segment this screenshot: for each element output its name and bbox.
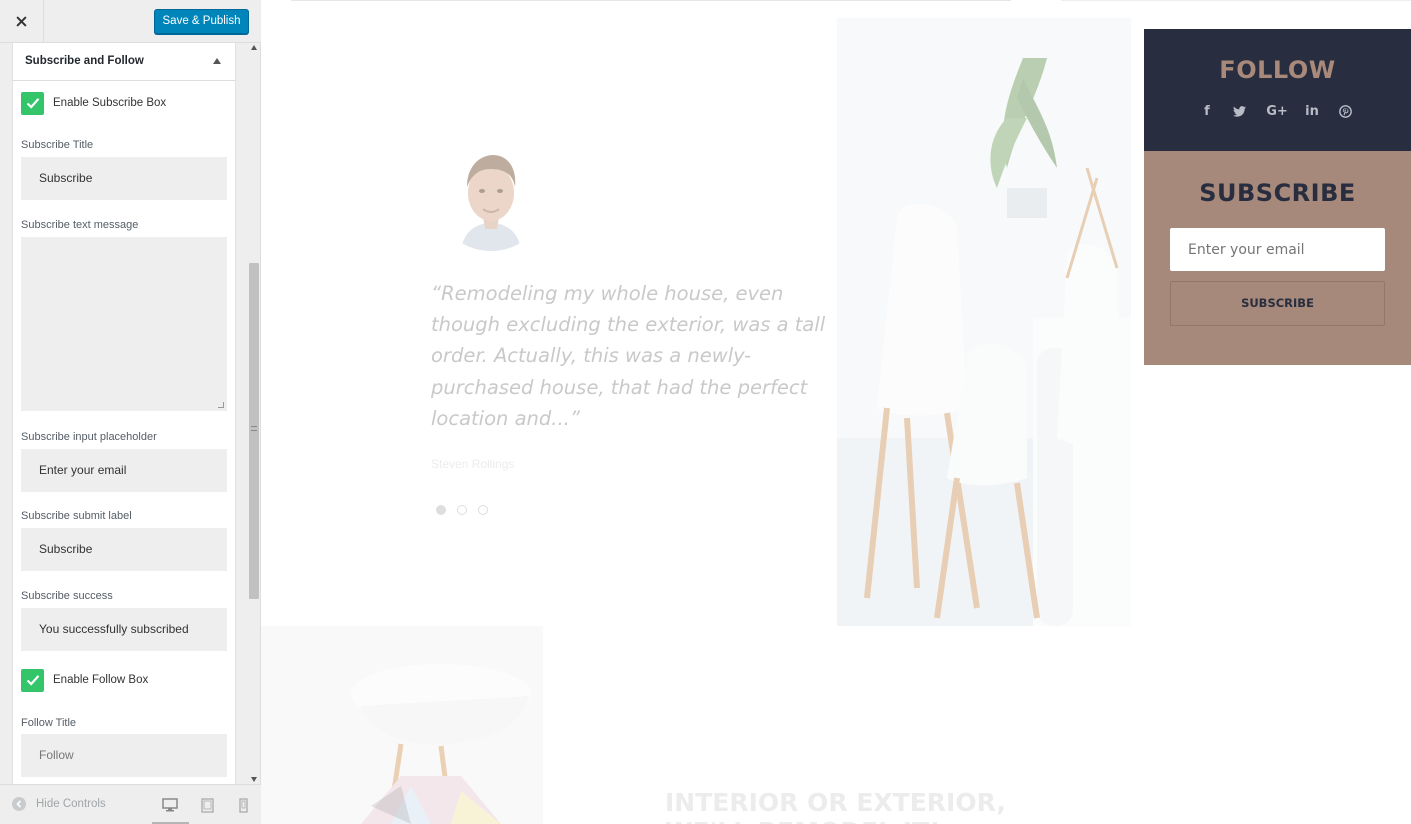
enable-subscribe-checkbox[interactable] <box>21 91 44 115</box>
scroll-thumb[interactable] <box>249 263 259 599</box>
testimonial-author: Steven Rollings <box>431 457 515 471</box>
linkedin-icon: in <box>1305 103 1319 119</box>
google-plus-icon: G+ <box>1266 103 1288 119</box>
subscribe-title-input[interactable]: Subscribe <box>21 157 227 200</box>
interior-photo <box>837 18 1131 626</box>
follow-title-label: Follow Title <box>21 717 77 729</box>
scroll-grip-icon <box>251 426 257 431</box>
site-preview: “Remodeling my whole house, even though … <box>261 0 1411 824</box>
subscribe-text-textarea[interactable] <box>21 237 227 411</box>
pagination-dot[interactable] <box>436 505 446 515</box>
top-divider <box>1061 0 1411 1</box>
twitter-link[interactable] <box>1229 102 1249 120</box>
facebook-icon: f <box>1204 103 1210 119</box>
top-divider <box>291 0 1011 1</box>
success-label: Subscribe success <box>21 590 113 602</box>
scroll-up-arrow-icon[interactable] <box>251 45 257 50</box>
section-heading-line1: INTERIOR OR EXTERIOR, <box>665 788 1006 817</box>
arrow-left-icon <box>12 797 26 811</box>
placeholder-label: Subscribe input placeholder <box>21 431 157 443</box>
subscribe-widget: SUBSCRIBE SUBSCRIBE <box>1144 151 1411 365</box>
close-button[interactable] <box>0 0 44 43</box>
panel-scrollbar[interactable] <box>247 43 261 784</box>
section-header[interactable]: Subscribe and Follow <box>13 43 235 81</box>
follow-title-input[interactable]: Follow <box>21 734 227 777</box>
tablet-preview-button[interactable] <box>198 796 216 814</box>
section-panel: Subscribe and Follow Enable Subscribe Bo… <box>12 43 236 784</box>
customizer-header: Save & Publish <box>0 0 261 43</box>
google-plus-link[interactable]: G+ <box>1265 102 1289 120</box>
facebook-link[interactable]: f <box>1197 102 1217 120</box>
section-heading-line2: WE'LL REMODEL IT! <box>665 816 941 824</box>
pinterest-icon <box>1338 104 1352 118</box>
pagination-dot[interactable] <box>457 505 467 515</box>
email-input[interactable] <box>1170 228 1385 271</box>
scroll-down-arrow-icon[interactable] <box>251 777 257 782</box>
enable-follow-label: Enable Follow Box <box>53 674 149 686</box>
table-photo <box>261 626 543 824</box>
pagination-dot[interactable] <box>478 505 488 515</box>
follow-title: FOLLOW <box>1219 56 1336 84</box>
desktop-icon <box>162 798 178 812</box>
pinterest-link[interactable] <box>1335 102 1355 120</box>
customizer-footer: Hide Controls <box>0 784 261 824</box>
linkedin-link[interactable]: in <box>1302 102 1322 120</box>
testimonial-avatar <box>433 135 549 251</box>
checkmark-icon <box>26 98 39 109</box>
testimonial-pagination <box>436 505 488 515</box>
subscribe-title-label: Subscribe Title <box>21 139 94 151</box>
twitter-icon <box>1232 105 1246 117</box>
submit-label-input[interactable]: Subscribe <box>21 528 227 571</box>
enable-subscribe-row[interactable]: Enable Subscribe Box <box>21 91 166 115</box>
subscribe-text-label: Subscribe text message <box>21 219 139 231</box>
close-icon <box>16 16 27 27</box>
collapse-arrow-icon[interactable] <box>213 58 221 64</box>
checkmark-icon <box>26 675 39 686</box>
desktop-preview-button[interactable] <box>161 796 179 814</box>
submit-label-label: Subscribe submit label <box>21 510 132 522</box>
section-title: Subscribe and Follow <box>25 55 144 67</box>
subscribe-button[interactable]: SUBSCRIBE <box>1170 281 1385 326</box>
tablet-icon <box>200 797 214 813</box>
testimonial-quote: “Remodeling my whole house, even though … <box>431 282 826 430</box>
follow-widget: FOLLOW f G+ in <box>1144 29 1411 151</box>
mobile-preview-button[interactable] <box>234 796 252 814</box>
hide-controls-label: Hide Controls <box>36 798 106 810</box>
resize-handle-icon[interactable] <box>218 402 224 408</box>
hide-controls-button[interactable]: Hide Controls <box>12 797 106 811</box>
save-publish-button[interactable]: Save & Publish <box>154 9 249 34</box>
placeholder-input[interactable]: Enter your email <box>21 449 227 492</box>
enable-subscribe-label: Enable Subscribe Box <box>53 97 167 109</box>
enable-follow-checkbox[interactable] <box>21 668 44 692</box>
enable-follow-row[interactable]: Enable Follow Box <box>21 668 148 692</box>
subscribe-title: SUBSCRIBE <box>1199 179 1356 207</box>
customizer-sidebar: Save & Publish Subscribe and Follow Enab… <box>0 0 261 824</box>
mobile-icon <box>238 797 248 813</box>
success-input[interactable]: You successfully subscribed <box>21 608 227 651</box>
